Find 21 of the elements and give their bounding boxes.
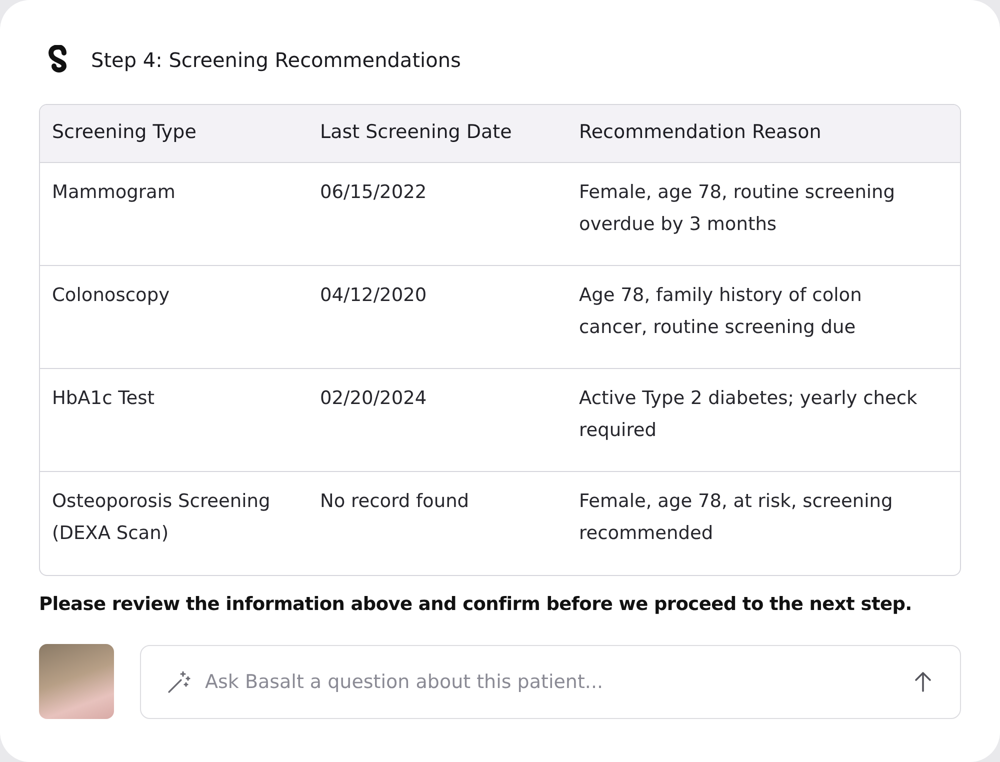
table-cell-text: Colonoscopy	[52, 284, 170, 308]
magic-wand-icon	[166, 668, 192, 694]
table-cell-text: No record found	[320, 490, 470, 514]
logo-icon	[48, 45, 69, 75]
table-cell-text: Osteoporosis Screening (DEXA Scan)	[52, 490, 272, 546]
question-input-field[interactable]: Ask Basalt a question about this patient...	[140, 644, 961, 718]
table-cell-text: Female, age 78, routine screening overdue by 3 months	[579, 181, 896, 237]
table-cell-text: Age 78, family history of colon cancer, routine screening due	[579, 284, 863, 340]
column-header: Screening Type	[40, 105, 308, 163]
table-cell-text: 02/20/2024	[320, 387, 427, 411]
send-arrow-icon[interactable]	[913, 670, 933, 692]
step-title: Step 4: Screening Recommendations	[91, 48, 461, 72]
table-cell-text: 04/12/2020	[320, 284, 427, 308]
table-cell-text: Female, age 78, at risk, screening recommended	[579, 490, 894, 546]
table-cell-text: HbA1c Test	[52, 387, 155, 411]
column-header: Last Screening Date	[308, 105, 567, 163]
review-message: Please review the information above and confirm before we proceed to the next step.	[39, 594, 913, 615]
table-cell-text: 06/15/2022	[320, 181, 427, 205]
table-cell-text: Active Type 2 diabetes; yearly check required	[579, 387, 918, 443]
column-header: Recommendation Reason	[567, 105, 960, 163]
table-cell-text: Mammogram	[52, 181, 176, 205]
